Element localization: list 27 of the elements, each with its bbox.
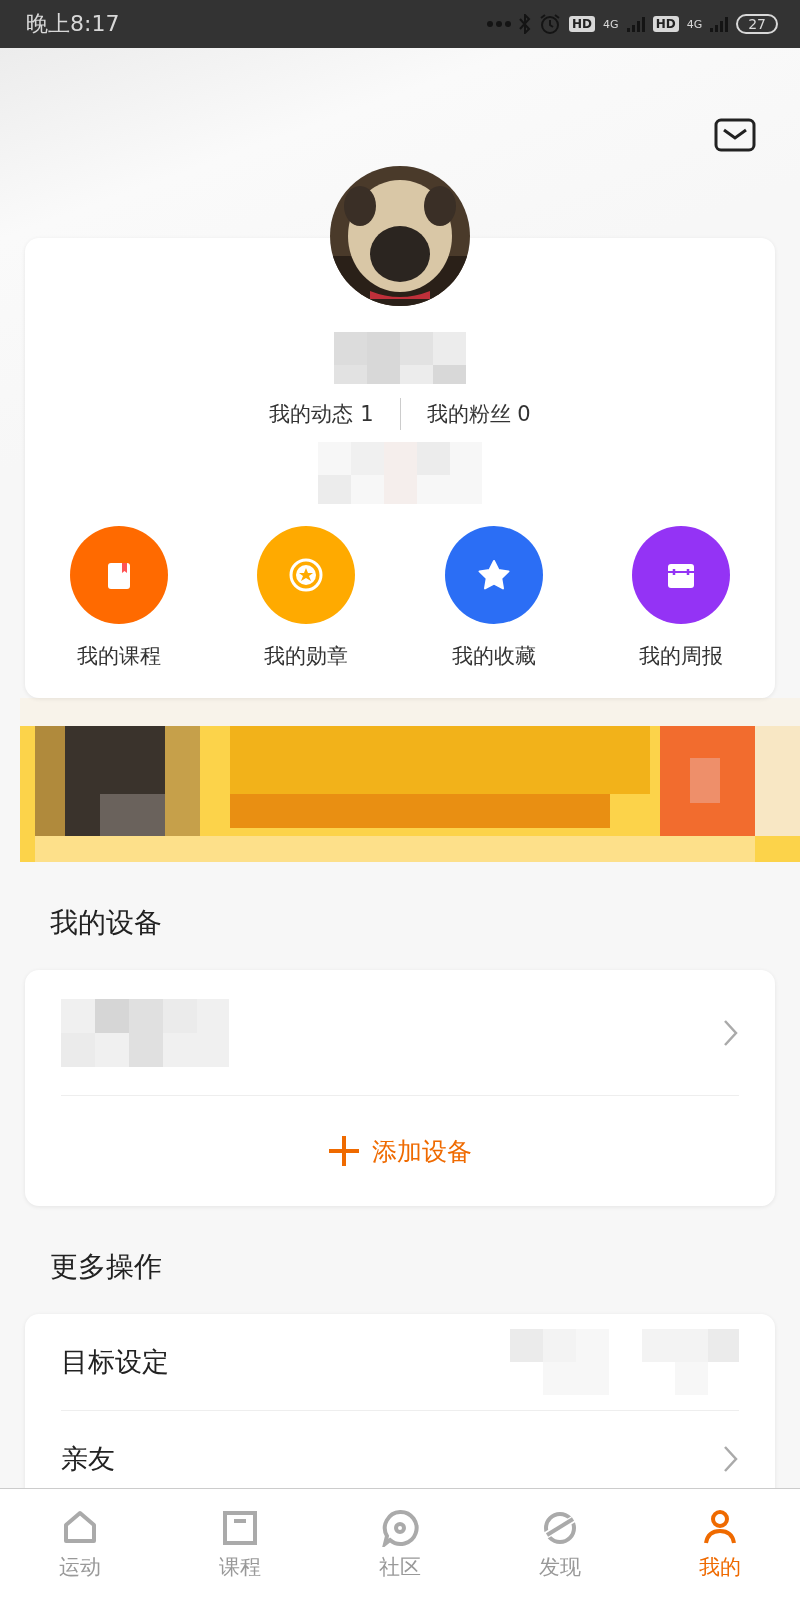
section-title: 我的设备 xyxy=(50,905,163,941)
network-label: 4G xyxy=(686,17,703,31)
mail-icon[interactable] xyxy=(714,118,756,152)
section-title: 更多操作 xyxy=(50,1249,163,1285)
menu-item[interactable]: 亲友 xyxy=(61,1441,115,1477)
bluetooth-icon xyxy=(519,14,532,34)
chevron-right-icon[interactable] xyxy=(723,1445,739,1473)
shortcut-label[interactable]: 我的周报 xyxy=(639,642,724,670)
menu-item[interactable]: 目标设定 xyxy=(61,1344,169,1380)
shortcut-label[interactable]: 我的收藏 xyxy=(451,642,536,670)
alarm-icon xyxy=(539,13,562,35)
square-icon xyxy=(221,1508,259,1547)
status-time: 晚上8:17 xyxy=(26,10,121,38)
shortcut-label[interactable]: 我的课程 xyxy=(76,642,161,670)
hd-label: HD xyxy=(652,16,679,32)
posts-count[interactable]: 我的动态 1 xyxy=(269,400,374,428)
battery-level: 27 xyxy=(736,14,778,34)
followers-count[interactable]: 我的粉丝 0 xyxy=(426,400,531,428)
hd-label: HD xyxy=(569,16,596,32)
shortcut-label[interactable]: 我的勋章 xyxy=(264,642,349,670)
signal-icon xyxy=(710,16,729,32)
chevron-right-icon[interactable] xyxy=(723,1018,739,1047)
more-icon xyxy=(487,21,512,27)
signal-icon xyxy=(626,16,645,32)
plus-icon xyxy=(328,1135,360,1167)
chat-target-icon xyxy=(381,1508,419,1547)
network-label: 4G xyxy=(603,17,619,31)
